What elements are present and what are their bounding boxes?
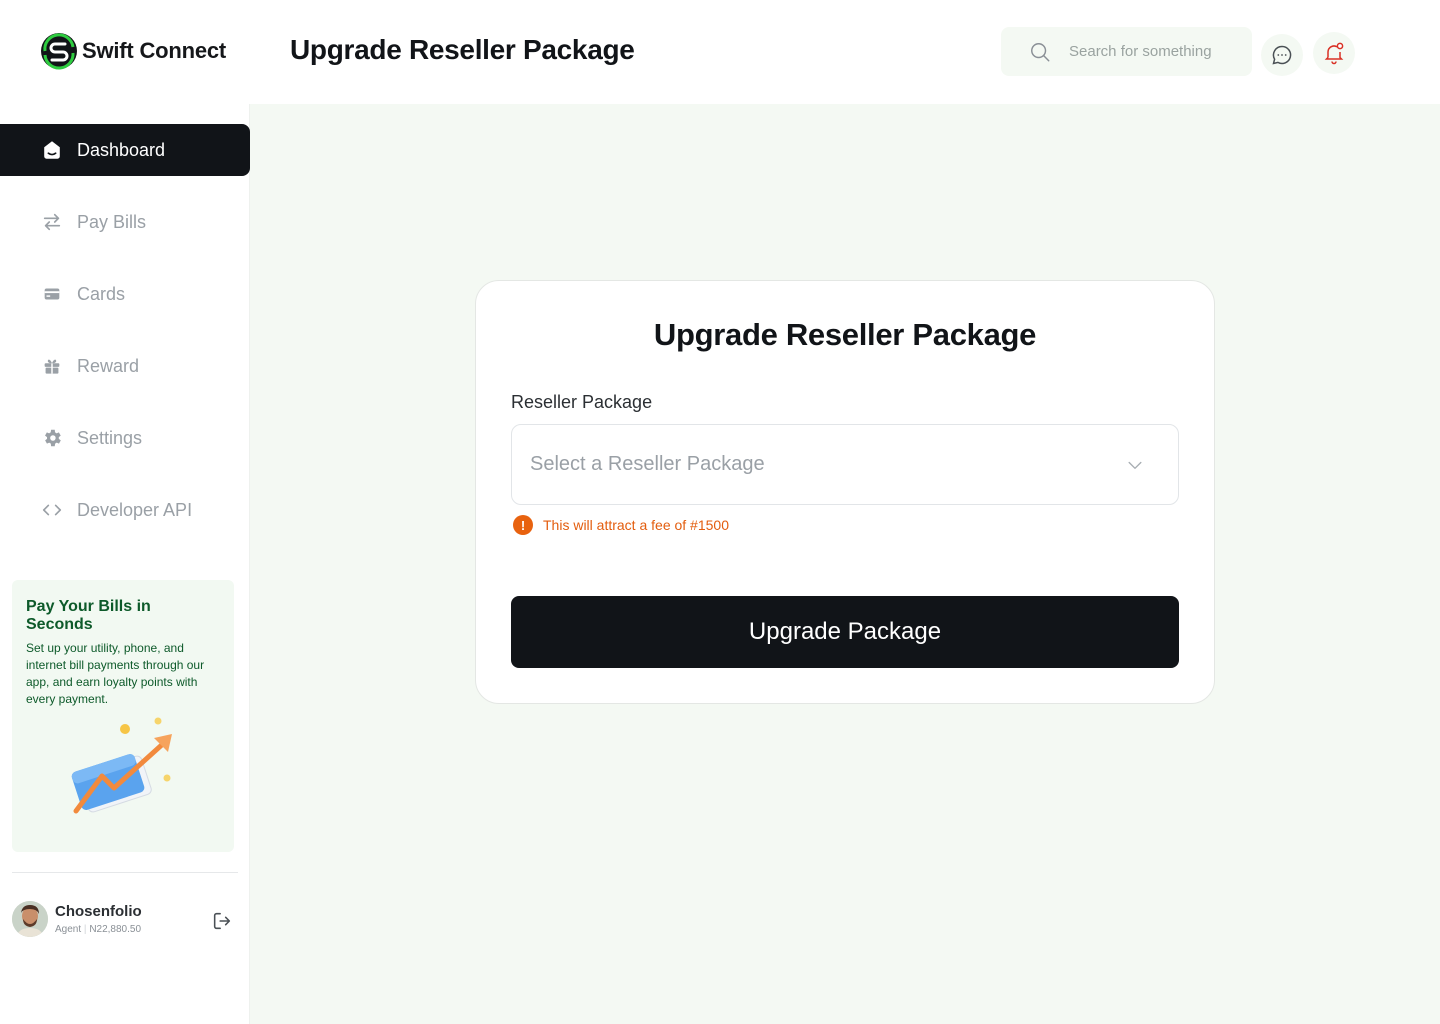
user-role: Agent bbox=[55, 924, 82, 935]
select-placeholder: Select a Reseller Package bbox=[530, 453, 765, 475]
user-name: Chosenfolio bbox=[55, 903, 142, 920]
warning-icon: ! bbox=[513, 515, 533, 535]
messages-button[interactable] bbox=[1261, 34, 1303, 76]
upgrade-package-card: Upgrade Reseller Package Reseller Packag… bbox=[475, 280, 1215, 704]
app-logo[interactable]: Swift Connect bbox=[40, 32, 226, 70]
sidebar-item-label: Pay Bills bbox=[77, 211, 147, 232]
user-profile[interactable]: Chosenfolio Agent | N22,880.50 bbox=[12, 901, 142, 937]
sidebar-item-pay-bills[interactable]: Pay Bills bbox=[0, 196, 250, 248]
swift-connect-logo-icon bbox=[41, 33, 77, 70]
avatar-image bbox=[12, 901, 48, 937]
sidebar-item-label: Settings bbox=[77, 427, 143, 448]
sidebar-item-label: Developer API bbox=[77, 499, 193, 520]
transfer-arrows-icon bbox=[43, 213, 61, 231]
reseller-package-label: Reseller Package bbox=[511, 392, 653, 412]
sidebar-item-reward[interactable]: Reward bbox=[0, 340, 250, 392]
avatar bbox=[12, 901, 48, 937]
card-title: Upgrade Reseller Package bbox=[653, 317, 1037, 352]
top-header: Swift Connect Upgrade Reseller Package bbox=[0, 0, 1440, 104]
gift-icon bbox=[44, 359, 60, 374]
chevron-down-icon bbox=[1128, 461, 1142, 469]
sidebar-item-dashboard[interactable]: Dashboard bbox=[0, 124, 250, 176]
logout-icon[interactable] bbox=[211, 910, 233, 932]
sidebar-item-developer-api[interactable]: Developer API bbox=[0, 484, 250, 536]
chat-icon bbox=[1272, 45, 1292, 65]
search-icon bbox=[1031, 42, 1050, 61]
main-content: Upgrade Reseller Package Reseller Packag… bbox=[250, 104, 1440, 1024]
wallet-growth-illustration bbox=[71, 717, 172, 814]
promo-title: Pay Your Bills in Seconds bbox=[26, 598, 151, 633]
notifications-button[interactable] bbox=[1313, 32, 1355, 74]
sidebar-divider bbox=[12, 872, 238, 873]
sidebar: Dashboard Pay Bills Cards Reward Setting… bbox=[0, 104, 250, 1024]
user-balance: N22,880.50 bbox=[89, 924, 142, 935]
page-title: Upgrade Reseller Package bbox=[290, 34, 635, 65]
upgrade-package-button[interactable]: Upgrade Package bbox=[511, 596, 1179, 668]
fee-text: This will attract a fee of #1500 bbox=[543, 517, 729, 533]
card-icon bbox=[44, 288, 60, 300]
search-input[interactable] bbox=[1069, 43, 1239, 60]
user-meta: Agent | N22,880.50 bbox=[55, 924, 142, 935]
sidebar-item-cards[interactable]: Cards bbox=[0, 268, 250, 320]
sidebar-item-settings[interactable]: Settings bbox=[0, 412, 250, 464]
promo-card: Pay Your Bills in Seconds Set up your ut… bbox=[12, 580, 234, 852]
app-name: Swift Connect bbox=[82, 38, 227, 63]
gear-icon bbox=[45, 429, 61, 447]
sidebar-item-label: Reward bbox=[77, 355, 140, 376]
home-icon bbox=[44, 141, 60, 159]
reseller-package-select[interactable]: Select a Reseller Package bbox=[511, 424, 1179, 505]
search-box[interactable] bbox=[1001, 27, 1252, 76]
sidebar-item-label: Cards bbox=[77, 283, 126, 304]
fee-notice: ! This will attract a fee of #1500 bbox=[513, 515, 729, 535]
sidebar-item-label: Dashboard bbox=[77, 139, 166, 160]
bell-icon bbox=[1324, 42, 1344, 65]
code-icon bbox=[42, 504, 62, 516]
promo-text: Set up your utility, phone, and internet… bbox=[26, 641, 205, 706]
